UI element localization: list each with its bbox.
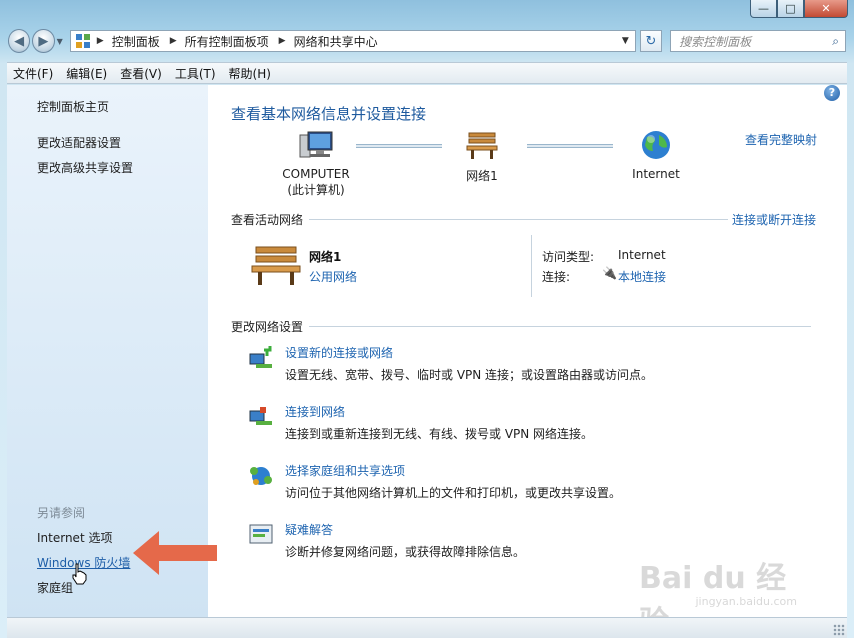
active-networks-heading-text: 查看活动网络 bbox=[231, 213, 304, 227]
task-description: 访问位于其他网络计算机上的文件和打印机，或更改共享设置。 bbox=[285, 486, 622, 500]
window-controls: — □ ✕ bbox=[750, 0, 848, 18]
close-button[interactable]: ✕ bbox=[804, 0, 848, 18]
computer-sublabel: (此计算机) bbox=[287, 183, 345, 197]
baidu-watermark: Bai du 经验 jingyan.baidu.com bbox=[639, 553, 799, 638]
vertical-divider bbox=[531, 235, 532, 297]
refresh-button[interactable]: ↻ bbox=[639, 30, 663, 52]
new-connection-icon bbox=[249, 346, 272, 368]
active-networks-heading: 查看活动网络 bbox=[231, 211, 811, 228]
task-description: 设置无线、宽带、拨号、临时或 VPN 连接；或设置路由器或访问点。 bbox=[285, 368, 654, 382]
forward-button[interactable]: ▶ bbox=[32, 29, 55, 53]
network-label: 网络1 bbox=[466, 169, 498, 183]
task-title[interactable]: 连接到网络 bbox=[285, 403, 345, 420]
breadcrumb-all-items[interactable]: 所有控制面板项 bbox=[185, 33, 269, 50]
task-title[interactable]: 疑难解答 bbox=[285, 521, 333, 538]
breadcrumb-control-panel[interactable]: 控制面板 bbox=[112, 33, 160, 50]
left-link-control-panel-home[interactable]: 控制面板主页 bbox=[37, 98, 109, 115]
homegroup-icon bbox=[250, 467, 272, 485]
search-icon[interactable]: ⌕ bbox=[832, 34, 839, 49]
hand-cursor-icon bbox=[72, 563, 87, 585]
full-map-link[interactable]: 查看完整映射 bbox=[745, 131, 817, 148]
page-title: 查看基本网络信息并设置连接 bbox=[231, 105, 427, 123]
section-divider bbox=[309, 326, 811, 327]
ethernet-icon: 🔌 bbox=[602, 266, 617, 280]
left-link-advanced-sharing[interactable]: 更改高级共享设置 bbox=[37, 159, 133, 176]
access-type-label: 访问类型: bbox=[542, 250, 595, 264]
red-arrow-icon bbox=[133, 531, 217, 575]
internet-label: Internet bbox=[632, 167, 680, 181]
breadcrumb-network-center[interactable]: 网络和共享中心 bbox=[294, 33, 378, 50]
maximize-button[interactable]: □ bbox=[777, 0, 804, 18]
task-title[interactable]: 选择家庭组和共享选项 bbox=[285, 462, 405, 479]
address-dropdown-icon[interactable]: ▼ bbox=[622, 36, 629, 46]
bench-icon bbox=[466, 132, 498, 159]
breadcrumb-separator[interactable]: ▶ bbox=[279, 36, 286, 46]
content-area: 控制面板主页 更改适配器设置 更改高级共享设置 另请参阅 Internet 选项… bbox=[7, 85, 847, 638]
change-settings-heading: 更改网络设置 bbox=[231, 318, 811, 335]
breadcrumb-separator[interactable]: ▶ bbox=[170, 36, 177, 46]
active-network-name: 网络1 bbox=[309, 250, 342, 264]
map-link-line bbox=[356, 144, 442, 148]
map-node-computer: COMPUTER (此计算机) bbox=[276, 129, 356, 198]
watermark-url: jingyan.baidu.com bbox=[695, 595, 797, 608]
connect-network-icon bbox=[249, 407, 272, 425]
task-description: 连接到或重新连接到无线、有线、拨号或 VPN 网络连接。 bbox=[285, 427, 594, 441]
minimize-button[interactable]: — bbox=[750, 0, 777, 18]
back-button[interactable]: ◀ bbox=[8, 29, 31, 53]
task-description: 诊断并修复网络问题，或获得故障排除信息。 bbox=[285, 545, 526, 559]
menu-tools[interactable]: 工具(T) bbox=[175, 65, 216, 82]
connection-label: 连接: bbox=[542, 270, 571, 284]
menu-file[interactable]: 文件(F) bbox=[13, 65, 53, 82]
connect-disconnect-link[interactable]: 连接或断开连接 bbox=[727, 211, 816, 228]
map-link-line bbox=[527, 144, 613, 148]
resize-grip-icon[interactable] bbox=[833, 624, 845, 636]
network-type-link[interactable]: 公用网络 bbox=[309, 268, 357, 285]
menu-bar: 文件(F) 编辑(E) 查看(V) 工具(T) 帮助(H) bbox=[7, 62, 847, 84]
search-input[interactable]: 搜索控制面板 ⌕ bbox=[670, 30, 847, 52]
map-node-network: 网络1 bbox=[452, 129, 512, 184]
left-pane: 控制面板主页 更改适配器设置 更改高级共享设置 另请参阅 Internet 选项… bbox=[7, 85, 217, 617]
globe-icon bbox=[642, 131, 670, 159]
main-pane: ? 查看基本网络信息并设置连接 查看完整映射 COMPUTER (此计算机) 网… bbox=[208, 85, 847, 638]
window-frame: — □ ✕ ◀ ▶ ▼ ▶ 控制面板 ▶ 所有控制面板项 ▶ 网络和共享中心 ▼… bbox=[0, 0, 854, 638]
task-title[interactable]: 设置新的连接或网络 bbox=[285, 344, 393, 361]
see-also-heading: 另请参阅 bbox=[37, 506, 86, 520]
help-icon[interactable]: ? bbox=[824, 85, 840, 101]
access-type-value: Internet bbox=[618, 248, 666, 262]
local-connection-link[interactable]: 本地连接 bbox=[618, 268, 666, 285]
see-also-internet-options[interactable]: Internet 选项 bbox=[37, 529, 112, 546]
address-bar[interactable]: ▶ 控制面板 ▶ 所有控制面板项 ▶ 网络和共享中心 ▼ bbox=[69, 30, 636, 52]
see-also-homegroup[interactable]: 家庭组 bbox=[37, 579, 73, 596]
bench-icon bbox=[251, 246, 301, 285]
troubleshoot-icon bbox=[249, 524, 273, 544]
map-node-internet: Internet bbox=[620, 129, 692, 181]
control-panel-icon bbox=[75, 34, 90, 48]
menu-view[interactable]: 查看(V) bbox=[120, 65, 162, 82]
computer-icon bbox=[299, 131, 333, 158]
breadcrumb-separator[interactable]: ▶ bbox=[97, 36, 104, 46]
history-dropdown-icon[interactable]: ▼ bbox=[57, 37, 66, 46]
menu-edit[interactable]: 编辑(E) bbox=[66, 65, 107, 82]
search-placeholder: 搜索控制面板 bbox=[679, 34, 752, 49]
change-settings-heading-text: 更改网络设置 bbox=[231, 320, 304, 334]
menu-help[interactable]: 帮助(H) bbox=[229, 65, 271, 82]
left-link-adapter-settings[interactable]: 更改适配器设置 bbox=[37, 134, 121, 151]
computer-label: COMPUTER bbox=[282, 167, 350, 181]
address-row: ◀ ▶ ▼ ▶ 控制面板 ▶ 所有控制面板项 ▶ 网络和共享中心 ▼ ↻ 搜索控… bbox=[8, 27, 847, 55]
status-bar bbox=[7, 617, 847, 638]
